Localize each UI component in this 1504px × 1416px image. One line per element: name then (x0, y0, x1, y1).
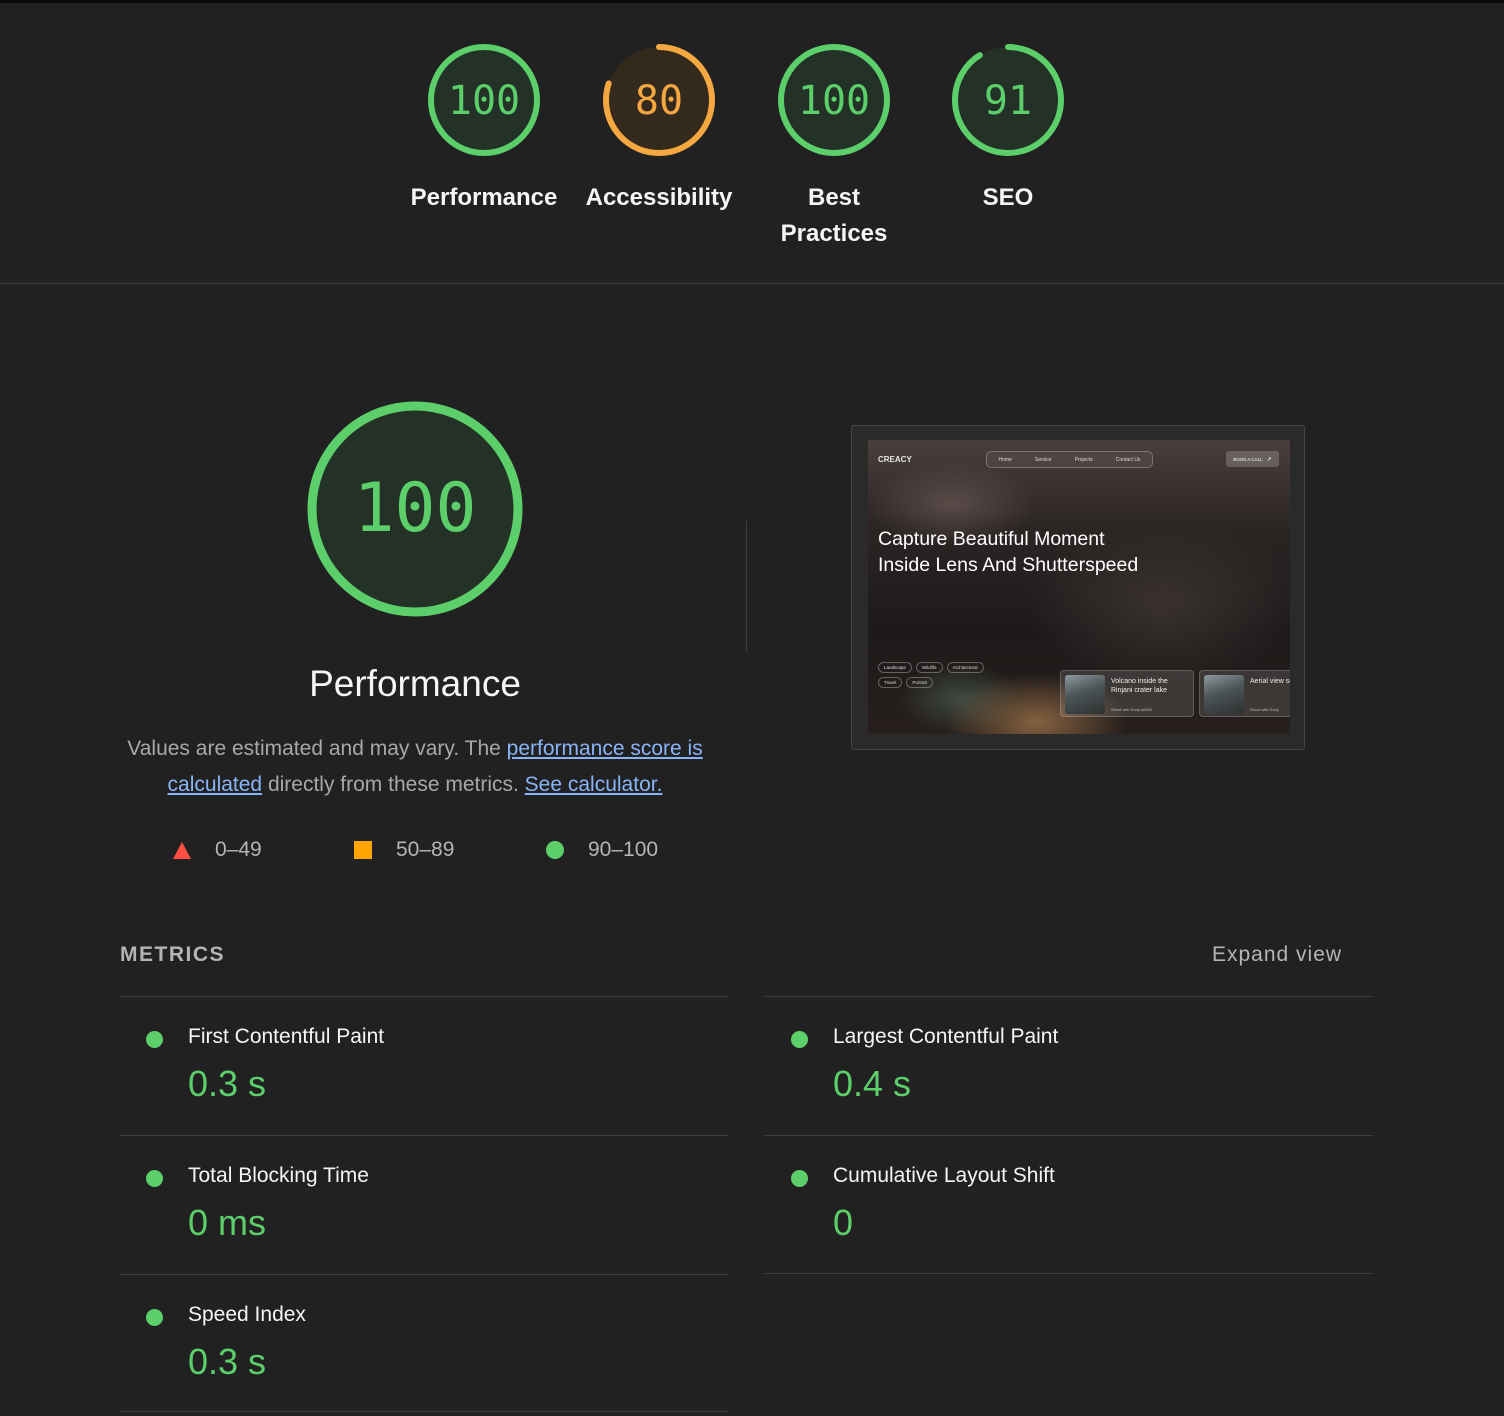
metric-name: First Contentful Paint (188, 1025, 385, 1048)
performance-title: Performance (309, 663, 521, 704)
metric-total-blocking-time: Total Blocking Time 0 ms (120, 1135, 728, 1274)
thumb-cta: BOOK A CALL ↗ (1226, 451, 1279, 467)
performance-gauge: 100 (305, 399, 525, 619)
thumb-card-image (1065, 675, 1105, 714)
pass-circle-icon (146, 1031, 163, 1048)
legend-pass-label: 90–100 (588, 838, 659, 861)
thumb-nav-item: Contact Us (1115, 456, 1141, 463)
see-calculator-link[interactable]: See calculator. (525, 773, 663, 796)
metric-cumulative-layout-shift: Cumulative Layout Shift 0 (765, 1135, 1373, 1274)
pass-circle-icon (146, 1309, 163, 1326)
gauge-ring: 100 (428, 44, 540, 156)
metric-value: 0.3 s (188, 1341, 267, 1382)
section-divider (746, 521, 747, 651)
thumb-card-caption: Aerial view sembalun (1250, 678, 1290, 685)
legend-average: 50–89 (354, 835, 454, 865)
metric-largest-contentful-paint: Largest Contentful Paint 0.4 s (765, 996, 1373, 1135)
metric-value: 0 ms (188, 1202, 267, 1243)
gauge-label: Accessibility (585, 184, 733, 211)
gauge-score: 80 (635, 78, 683, 124)
circle-icon (546, 841, 564, 859)
performance-gauge-ring: 100 (307, 401, 523, 617)
thumb-tags: Landscape Wildlife Architectural Travel … (878, 662, 1008, 688)
metric-first-contentful-paint: First Contentful Paint 0.3 s (120, 996, 728, 1135)
category-gauges: 100 Performance 80 Accessibility 100 Bes… (0, 3, 1504, 284)
thumb-cta-label: BOOK A CALL (1233, 456, 1263, 462)
legend-pass: 90–100 (546, 835, 658, 865)
thumb-card-meta: Shoot with Sony (1250, 707, 1279, 712)
gauge-ring: 91 (952, 44, 1064, 156)
metric-value: 0.4 s (833, 1063, 912, 1104)
metric-name: Speed Index (188, 1303, 306, 1326)
thumb-nav-item: Home (998, 456, 1012, 463)
gauge-label: Performance (410, 184, 558, 211)
description-text: directly from these metrics. (262, 773, 525, 796)
metric-value: 0 (833, 1202, 854, 1243)
gauge-score: 100 (798, 78, 870, 124)
thumb-hero-title: Capture Beautiful Moment Inside Lens And… (878, 528, 1139, 576)
metric-name: Cumulative Layout Shift (833, 1164, 1055, 1187)
gauge-score: 91 (984, 78, 1032, 124)
screenshot-image: CREACY Home Service Projects Contact Us … (868, 440, 1290, 734)
triangle-icon (173, 841, 191, 859)
metric-name: Largest Contentful Paint (833, 1025, 1059, 1048)
expand-view-toggle[interactable]: Expand view (1212, 943, 1342, 967)
gauge-label: Best Practices (780, 184, 888, 247)
thumb-tag: Wildlife (916, 662, 943, 673)
thumb-nav: Home Service Projects Contact Us (986, 451, 1153, 468)
gauge-seo[interactable]: 91 SEO (933, 40, 1083, 216)
final-screenshot[interactable]: CREACY Home Service Projects Contact Us … (851, 425, 1305, 750)
thumb-tag: Architectural (946, 662, 984, 673)
pass-circle-icon (791, 1031, 808, 1048)
gauge-accessibility[interactable]: 80 Accessibility (584, 40, 734, 216)
performance-score: 100 (354, 469, 477, 548)
thumb-tag: Landscape (878, 662, 913, 673)
thumb-card-image (1204, 675, 1244, 714)
performance-description: Values are estimated and may vary. The p… (110, 731, 720, 803)
thumb-tag: Travel (878, 677, 903, 688)
pass-circle-icon (146, 1170, 163, 1187)
metric-divider (120, 1411, 728, 1412)
metric-speed-index: Speed Index 0.3 s (120, 1274, 728, 1413)
metrics-heading: METRICS (120, 943, 225, 966)
gauge-ring: 100 (778, 44, 890, 156)
thumb-card: Volcano inside the Rinjani crater lake S… (1060, 670, 1194, 717)
gauge-performance[interactable]: 100 Performance (409, 40, 559, 216)
thumb-logo: CREACY (878, 455, 912, 464)
gauge-best-practices[interactable]: 100 Best Practices (759, 40, 909, 252)
square-icon (354, 841, 372, 859)
gauge-ring: 80 (603, 44, 715, 156)
description-text: Values are estimated and may vary. The (127, 737, 507, 760)
legend-fail: 0–49 (173, 835, 262, 865)
pass-circle-icon (791, 1170, 808, 1187)
metric-name: Total Blocking Time (188, 1164, 369, 1187)
thumb-tag: Portrait (906, 677, 933, 688)
external-link-icon: ↗ (1266, 456, 1272, 463)
gauge-score: 100 (448, 78, 520, 124)
thumb-nav-item: Service (1034, 456, 1052, 463)
gauge-label: SEO (982, 184, 1034, 211)
thumb-nav-item: Projects (1074, 456, 1093, 463)
legend-fail-label: 0–49 (215, 838, 262, 861)
thumb-card-meta: Shoot with Sony a6000 (1111, 707, 1153, 712)
metric-value: 0.3 s (188, 1063, 267, 1104)
metric-divider (765, 1273, 1373, 1274)
thumb-card: Aerial view sembalun Shoot with Sony (1199, 670, 1290, 717)
legend-average-label: 50–89 (396, 838, 455, 861)
thumb-card-caption: Volcano inside the Rinjani crater lake (1111, 678, 1168, 694)
